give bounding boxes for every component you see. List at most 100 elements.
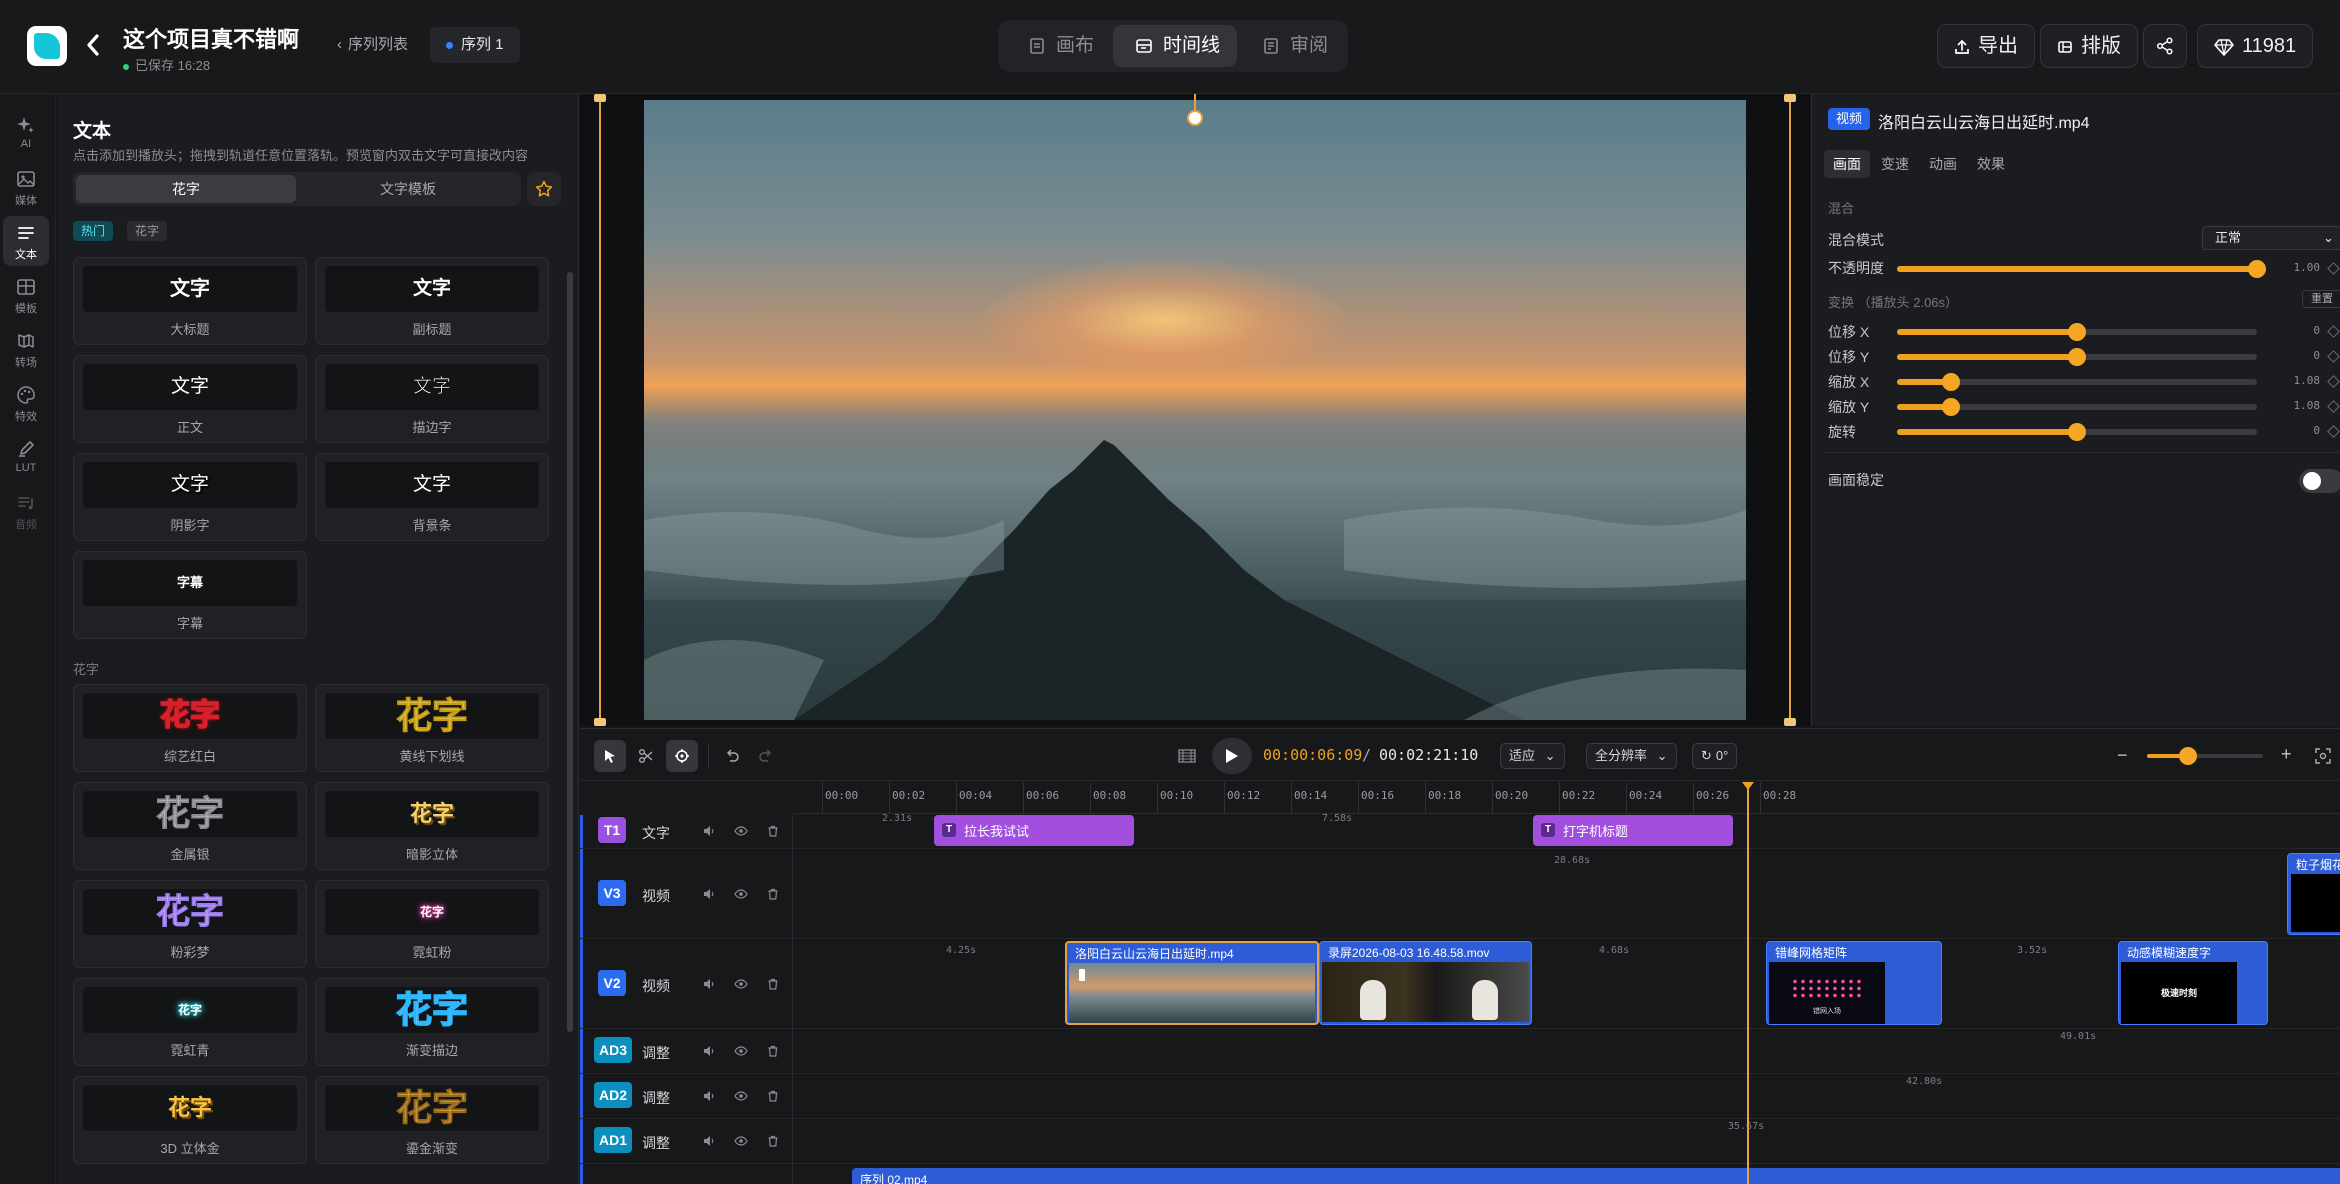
project-title[interactable]: 这个项目真不错啊 [123, 22, 299, 54]
zoom-in-button[interactable]: + [2281, 744, 2292, 765]
share-button[interactable] [2143, 24, 2187, 68]
video-clip-selected[interactable]: 洛阳白云山云海日出延时.mp4 [1065, 941, 1319, 1025]
back-chevron-icon[interactable] [82, 30, 108, 60]
guide-handle[interactable] [594, 94, 606, 102]
rail-item-lut[interactable]: LUT [3, 432, 49, 482]
playhead-marker[interactable] [1742, 782, 1754, 790]
rail-item-effects[interactable]: 特效 [3, 378, 49, 428]
safe-guide-right[interactable] [1789, 94, 1791, 726]
track-header-t1[interactable]: T1 文字 [590, 815, 790, 848]
position-y-slider[interactable] [1897, 348, 2257, 366]
track-header-v3[interactable]: V3 视频 [590, 848, 790, 938]
guide-handle[interactable] [1784, 718, 1796, 726]
tab-picture[interactable]: 画面 [1824, 150, 1870, 178]
tab-speed[interactable]: 变速 [1872, 150, 1918, 178]
undo-button[interactable] [716, 740, 748, 772]
slider-knob[interactable] [1942, 373, 1960, 391]
chip-hot[interactable]: 热门 [73, 221, 114, 241]
fancy-text-card[interactable]: 花字 霓虹粉 [315, 880, 549, 968]
video-clip[interactable]: 动感模糊速度字 极速时刻 [2118, 941, 2268, 1025]
video-clip[interactable]: 录屏2026-08-03 16.48.58.mov [1319, 941, 1532, 1025]
fancy-text-card[interactable]: 花字 黄线下划线 [315, 684, 549, 772]
video-clip[interactable]: 序列 02.mp4 [852, 1168, 2340, 1184]
keyframe-diamond-icon[interactable] [2327, 262, 2340, 275]
panel-scrollbar[interactable] [567, 272, 573, 1032]
fancy-text-card[interactable]: 花字 3D 立体金 [73, 1076, 307, 1164]
resolution-select[interactable]: 全分辨率 ⌄ [1586, 743, 1677, 769]
stabilize-toggle[interactable] [2299, 469, 2340, 493]
tab-canvas[interactable]: 画布 [1006, 25, 1114, 67]
text-style-card[interactable]: 文字 描边字 [315, 355, 549, 443]
rail-item-transition[interactable]: 转场 [3, 324, 49, 374]
redo-button[interactable] [750, 740, 782, 772]
fancy-text-card[interactable]: 花字 综艺红白 [73, 684, 307, 772]
segment-text-templates[interactable]: 文字模板 [298, 175, 518, 203]
export-button[interactable]: 导出 [1937, 24, 2035, 68]
reset-button[interactable]: 重置 [2302, 290, 2340, 308]
slider-knob[interactable] [2068, 323, 2086, 341]
razor-tool-button[interactable] [630, 740, 662, 772]
sequence-list-link[interactable]: ‹ 序列列表 [337, 33, 408, 54]
slider-knob[interactable] [2248, 260, 2266, 278]
time-ruler[interactable]: 00:00 00:02 00:04 00:06 00:08 00:10 00:12 00:14… [792, 782, 2340, 814]
fancy-text-card[interactable]: 花字 金属银 [73, 782, 307, 870]
fancy-text-card[interactable]: 花字 鎏金渐变 [315, 1076, 549, 1164]
rail-item-text[interactable]: 文本 [3, 216, 49, 266]
fancy-text-card[interactable]: 花字 粉彩梦 [73, 880, 307, 968]
text-clip[interactable]: T 拉长我试试 [934, 815, 1134, 846]
keyframe-diamond-icon[interactable] [2327, 325, 2340, 338]
rail-item-audio[interactable]: 音频 [3, 486, 49, 536]
keyframe-diamond-icon[interactable] [2327, 400, 2340, 413]
guide-handle[interactable] [1784, 94, 1796, 102]
rotate-handle[interactable] [1187, 110, 1203, 126]
video-preview[interactable] [580, 94, 1810, 726]
text-style-card[interactable]: 文字 阴影字 [73, 453, 307, 541]
zoom-out-button[interactable]: − [2117, 745, 2128, 766]
rail-item-template[interactable]: 模板 [3, 270, 49, 320]
snap-button[interactable] [666, 740, 698, 772]
slider-knob[interactable] [1942, 398, 1960, 416]
fancy-text-card[interactable]: 花字 渐变描边 [315, 978, 549, 1066]
tab-animation[interactable]: 动画 [1920, 150, 1966, 178]
slider-knob[interactable] [2178, 747, 2197, 765]
rotation-slider[interactable] [1897, 423, 2257, 441]
playhead-line[interactable] [1747, 782, 1749, 1184]
fit-timeline-button[interactable] [2314, 747, 2332, 765]
clip-handle[interactable] [1079, 969, 1085, 981]
preview-frame[interactable] [644, 100, 1746, 720]
video-clip[interactable]: 错峰网格矩阵 错网入场 [1766, 941, 1942, 1025]
keyframe-diamond-icon[interactable] [2327, 425, 2340, 438]
current-timecode[interactable]: 00:00:06:09 [1263, 746, 1362, 764]
current-sequence-badge[interactable]: 序列 1 [430, 27, 520, 63]
zoom-slider[interactable] [2147, 747, 2263, 765]
fancy-text-card[interactable]: 花字 霓虹青 [73, 978, 307, 1066]
text-style-card[interactable]: 文字 副标题 [315, 257, 549, 345]
select-tool-button[interactable] [594, 740, 626, 772]
app-logo[interactable] [27, 26, 67, 66]
filmstrip-button[interactable] [1170, 740, 1202, 772]
slider-knob[interactable] [2068, 348, 2086, 366]
segment-fancy-text[interactable]: 花字 [76, 175, 296, 203]
slider-knob[interactable] [2068, 423, 2086, 441]
rail-item-media[interactable]: 媒体 [3, 162, 49, 212]
fancy-text-card[interactable]: 花字 暗影立体 [315, 782, 549, 870]
text-style-card[interactable]: 文字 正文 [73, 355, 307, 443]
favorites-button[interactable] [527, 172, 561, 206]
track-header-v2[interactable]: V2 视频 [590, 938, 790, 1028]
blend-mode-select[interactable]: 正常 ⌄ [2202, 226, 2340, 250]
rotation-select[interactable]: ↻ 0° [1692, 743, 1738, 769]
keyframe-diamond-icon[interactable] [2327, 375, 2340, 388]
chip-fancy[interactable]: 花字 [127, 221, 168, 241]
video-clip[interactable]: 粒子烟花 [2287, 853, 2340, 935]
safe-guide-left[interactable] [599, 94, 601, 726]
play-button[interactable] [1212, 738, 1252, 774]
opacity-slider[interactable] [1897, 260, 2266, 278]
guide-handle[interactable] [594, 718, 606, 726]
track-header-ad3[interactable]: AD3 调整 [590, 1028, 790, 1073]
track-header-ad1[interactable]: AD1 调整 [590, 1118, 790, 1163]
text-style-card[interactable]: 文字 背景条 [315, 453, 549, 541]
position-x-slider[interactable] [1897, 323, 2257, 341]
text-style-card[interactable]: 文字 大标题 [73, 257, 307, 345]
scale-x-slider[interactable] [1897, 373, 2257, 391]
credits-button[interactable]: 11981 [2197, 24, 2314, 68]
